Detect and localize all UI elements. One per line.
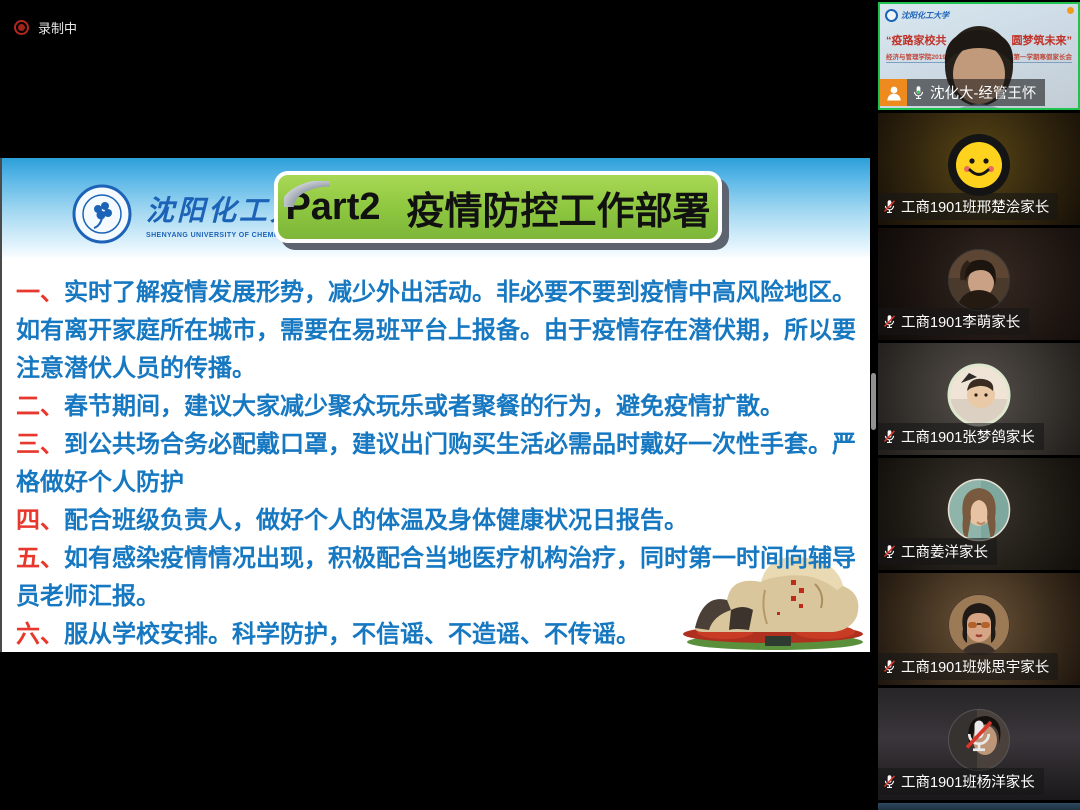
university-seal-icon <box>72 184 132 244</box>
slide-title-text: 疫情防控工作部署 <box>407 180 711 235</box>
avatar-smiley <box>947 133 1011 197</box>
participant-tile-partial[interactable] <box>878 803 1080 810</box>
participant-tile[interactable]: 工商1901张梦鸽家长 <box>878 343 1080 455</box>
participant-name: 工商1901张梦鸽家长 <box>901 426 1035 447</box>
avatar-photo <box>947 593 1011 657</box>
participant-tile[interactable]: 工商1901班邢楚浍家长 <box>878 113 1080 225</box>
participant-name: 工商1901李萌家长 <box>901 311 1020 332</box>
participant-tile[interactable]: 工商1901班杨洋家长 <box>878 688 1080 800</box>
recording-label: 录制中 <box>38 18 77 37</box>
mic-muted-icon <box>882 659 897 674</box>
mic-muted-icon <box>882 774 897 789</box>
avatar-photo <box>947 363 1011 427</box>
avatar-photo <box>947 478 1011 542</box>
participant-name: 沈化大-经管王怀 <box>930 82 1036 103</box>
participants-sidebar: 沈阳化工大学 “疫路家校共 圆梦筑未来” 经济与管理学院2019 学年第一学期寒… <box>878 0 1080 810</box>
shared-screen-slide: 沈阳化工大学 SHENYANG UNIVERSITY OF CHEMICAL T… <box>0 158 870 652</box>
participant-name: 工商1901班邢楚浍家长 <box>901 196 1049 217</box>
slide-point-2: 二、春节期间，建议大家减少聚众玩乐或者聚餐的行为，避免疫情扩散。 <box>16 388 856 426</box>
mic-muted-icon <box>882 199 897 214</box>
participant-name: 工商1901班杨洋家长 <box>901 771 1035 792</box>
slide-point-1: 一、实时了解疫情发展形势，减少外出活动。非必要不要到疫情中高风险地区。如有离开家… <box>16 274 856 388</box>
slide-point-4: 四、配合班级负责人，做好个人的体温及身体健康状况日报告。 <box>16 502 856 540</box>
participant-tile[interactable]: 工商1901李萌家长 <box>878 228 1080 340</box>
participant-tile[interactable]: 工商1901班姚思宇家长 <box>878 573 1080 685</box>
scrollbar[interactable] <box>871 373 876 430</box>
slide-header: 沈阳化工大学 SHENYANG UNIVERSITY OF CHEMICAL T… <box>2 158 870 258</box>
mic-muted-icon <box>882 429 897 444</box>
avatar-photo <box>947 248 1011 312</box>
record-icon <box>14 20 29 35</box>
participant-tile-host[interactable]: 沈阳化工大学 “疫路家校共 圆梦筑未来” 经济与管理学院2019 学年第一学期寒… <box>878 2 1080 110</box>
slide-title-box: Part2 疫情防控工作部署 <box>274 171 722 243</box>
mic-muted-overlay-icon <box>961 718 997 759</box>
participant-name: 工商姜洋家长 <box>901 541 988 562</box>
host-avatar-icon <box>880 79 907 106</box>
meeting-window: 录制中 沈阳化工大学 SHENYANG UNIVERSITY OF CHEMIC… <box>0 0 1080 810</box>
slide-point-6: 六、服从学校安排。科学防护，不信谣、不造谣、不传谣。 <box>16 616 856 652</box>
mic-on-icon <box>911 85 926 100</box>
slide-body: 一、实时了解疫情发展形势，减少外出活动。非必要不要到疫情中高风险地区。如有离开家… <box>2 258 870 652</box>
participant-tile[interactable]: 工商姜洋家长 <box>878 458 1080 570</box>
mic-muted-icon <box>882 544 897 559</box>
status-dot <box>1067 7 1074 14</box>
slide-point-3: 三、到公共场合务必配戴口罩，建议出门购买生活必需品时戴好一次性手套。严格做好个人… <box>16 426 856 502</box>
mic-muted-icon <box>882 314 897 329</box>
recording-indicator: 录制中 <box>14 18 77 37</box>
slide-point-5: 五、如有感染疫情情况出现，积极配合当地医疗机构治疗，同时第一时间向辅导员老师汇报… <box>16 540 856 616</box>
participant-name: 工商1901班姚思宇家长 <box>901 656 1049 677</box>
slide-title-part: Part2 <box>285 186 380 229</box>
